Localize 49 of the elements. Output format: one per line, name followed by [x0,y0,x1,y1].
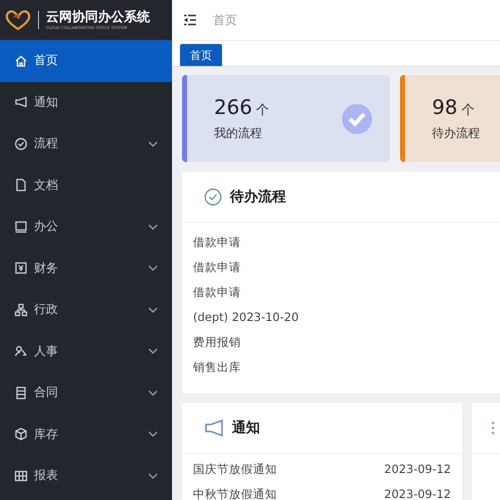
tab[interactable]: 首页 [180,44,222,66]
menu-item[interactable]: 流程 [0,123,172,164]
notice-link[interactable]: 中秋节放假通知 [193,487,277,500]
panel-title: 通知 [232,419,260,437]
app-title: 云网协同办公系统 [46,10,150,24]
menu-item[interactable]: 办公 [0,206,172,248]
dots-icon [491,421,495,435]
todo-link[interactable]: 费用报销 [193,330,500,355]
stat-value: 98 [432,95,458,119]
stat-unit: 个 [256,103,270,118]
menu-item[interactable]: 库存 [0,414,172,455]
stat-unit: 个 [461,103,474,118]
menu-toggle-button[interactable] [181,12,199,28]
notice-link[interactable]: 国庆节放假通知 [193,462,277,479]
menu-item[interactable]: 文档 [0,164,172,206]
ledger-icon [14,386,28,400]
stat-label: 我的流程 [214,125,263,142]
check-circle-icon [342,104,372,134]
notice-date: 2023-09-12 [384,462,451,478]
menu-item[interactable]: 财务 [0,248,172,289]
menu-item[interactable]: 行政 [0,289,172,330]
hierarchy-icon [14,302,28,317]
menu-item[interactable]: 通知 [0,82,172,123]
megaphone-icon [204,419,224,437]
menu-fold-icon [183,14,197,26]
stat-label: 待办流程 [432,125,481,142]
todo-link[interactable]: 销售出库 [193,355,500,380]
yen-box-icon [14,261,28,276]
panel-title: 待办流程 [230,188,286,206]
heart-logo-icon [5,9,31,31]
todo-link[interactable]: (dept) 2023-10-20 [193,305,500,330]
home-icon [14,54,28,68]
check-circle-icon [204,188,222,206]
document-icon [14,178,28,192]
menu-item[interactable]: 人事 [0,330,172,372]
table-icon [14,468,28,483]
menu-item[interactable]: 合同 [0,372,172,414]
todo-link[interactable]: 借款申请 [193,280,500,305]
todo-link[interactable]: 借款申请 [193,230,500,255]
stat-value: 266 [214,95,252,119]
monitor-icon [14,220,28,234]
megaphone-icon [14,95,28,110]
check-circle-icon [14,136,28,151]
notice-date: 2023-09-12 [384,487,451,500]
people-icon [14,344,28,358]
cube-icon [14,427,28,442]
menu-item[interactable]: 报表 [0,455,172,496]
menu-item[interactable]: 首页 [0,40,172,82]
todo-link[interactable]: 借款申请 [193,255,500,280]
